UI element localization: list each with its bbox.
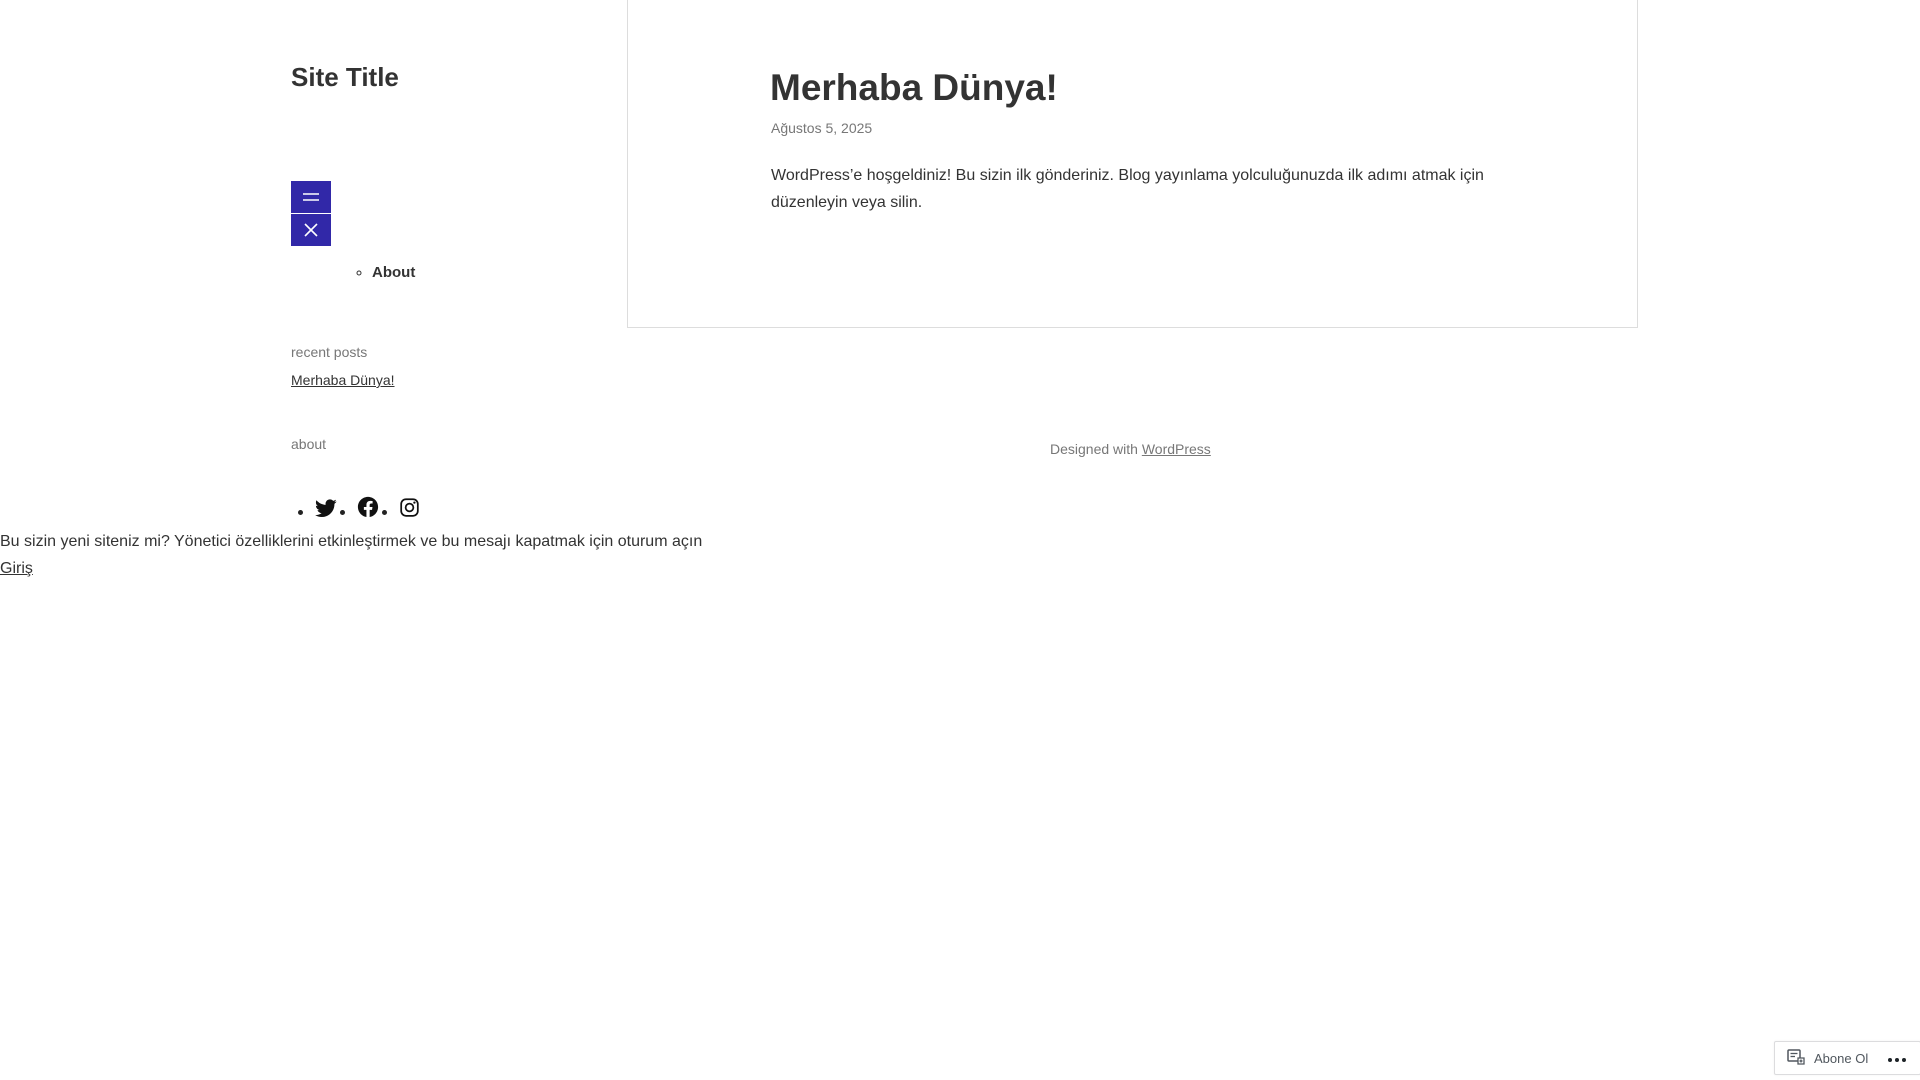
list-bullet	[298, 510, 303, 515]
menu-open-button[interactable]	[291, 181, 331, 213]
reader-icon	[1787, 1048, 1805, 1068]
social-links	[298, 496, 423, 518]
subscribe-button[interactable]: Abone Ol	[1775, 1042, 1868, 1074]
facebook-icon[interactable]	[357, 496, 379, 518]
nav-item-about[interactable]: About	[372, 262, 415, 284]
footer-credit-text: Designed with	[1050, 441, 1138, 457]
social-item-instagram	[382, 497, 420, 518]
about-heading: about	[291, 436, 327, 452]
social-item-facebook	[340, 496, 379, 518]
recent-post-link[interactable]: Merhaba Dünya!	[291, 371, 395, 389]
primary-nav: About	[352, 262, 415, 284]
footer-credit: Designed with WordPress	[1050, 440, 1211, 458]
more-icon	[1887, 1051, 1907, 1066]
twitter-icon[interactable]	[315, 499, 337, 518]
list-bullet	[382, 510, 387, 515]
post-title[interactable]: Merhaba Dünya!	[770, 66, 1058, 110]
menu-icon	[301, 190, 321, 204]
post-date[interactable]: Ağustos 5, 2025	[771, 119, 872, 137]
close-icon	[302, 221, 320, 239]
list-bullet	[340, 510, 345, 515]
post-body: WordPress’e hoşgeldiniz! Bu sizin ilk gö…	[771, 167, 1484, 211]
menu-close-button[interactable]	[291, 214, 331, 246]
subscribe-bar: Abone Ol	[1774, 1041, 1920, 1075]
social-item-twitter	[298, 499, 337, 518]
instagram-icon[interactable]	[399, 497, 420, 518]
more-options-button[interactable]	[1882, 1042, 1912, 1074]
subscribe-label: Abone Ol	[1814, 1050, 1869, 1066]
login-notice: Bu sizin yeni siteniz mi? Yönetici özell…	[0, 533, 703, 550]
nav-item-label[interactable]: About	[372, 264, 415, 281]
wordpress-link[interactable]: WordPress	[1142, 441, 1211, 457]
recent-posts-heading: recent posts	[291, 344, 368, 360]
login-link[interactable]: Giriş	[0, 558, 33, 580]
site-title[interactable]: Site Title	[291, 61, 399, 93]
